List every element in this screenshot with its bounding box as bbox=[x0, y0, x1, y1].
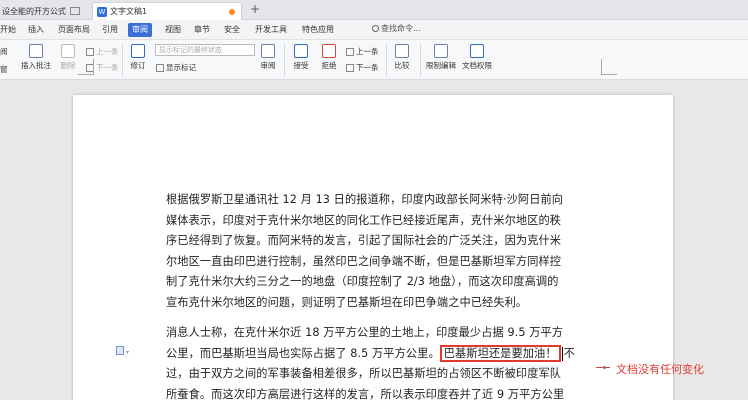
menu-developer[interactable]: 开发工具 bbox=[255, 23, 287, 37]
tab-active-document[interactable]: W 文字文稿1 bbox=[92, 2, 242, 20]
prev-change-icon bbox=[346, 48, 354, 56]
menu-references[interactable]: 引用 bbox=[102, 23, 118, 37]
menu-insert[interactable]: 插入 bbox=[28, 23, 44, 37]
dropdown-arrow-icon: ▾ bbox=[126, 349, 130, 356]
insert-comment-label: 插入批注 bbox=[21, 61, 51, 70]
review-pane-icon bbox=[261, 44, 275, 58]
delete-comment-button[interactable]: 删除 bbox=[56, 44, 80, 71]
text-line: 宣布克什米尔地区的问题，则证明了巴基斯坦在印巴争端之中已经失利。 bbox=[166, 295, 528, 309]
next-change-icon bbox=[346, 64, 354, 72]
next-change-label: 下一条 bbox=[356, 63, 379, 72]
text-line: 尔地区一直由印巴进行控制，虽然印巴之间争端不断，但是巴基斯坦军方同样控 bbox=[166, 254, 562, 268]
accept-button[interactable]: 接受 bbox=[290, 44, 312, 71]
ribbon-left-bottom[interactable]: 窗 bbox=[0, 64, 8, 75]
restrict-editing-label: 限制编辑 bbox=[426, 61, 456, 70]
page-corner-mark bbox=[601, 59, 617, 75]
compare-label: 比较 bbox=[394, 61, 410, 70]
prev-change-button[interactable]: 上一条 bbox=[346, 46, 379, 57]
delete-label: 删除 bbox=[60, 61, 76, 70]
show-markup-button[interactable]: 显示标记 bbox=[156, 62, 196, 73]
command-search[interactable]: 查找命令... bbox=[372, 23, 421, 34]
ribbon-divider bbox=[420, 44, 421, 76]
paragraph-handle-icon[interactable] bbox=[116, 346, 124, 355]
menu-home[interactable]: 开始 bbox=[0, 23, 16, 37]
new-tab-button[interactable]: + bbox=[250, 2, 260, 16]
text-cursor bbox=[561, 346, 563, 361]
reject-label: 拒绝 bbox=[321, 61, 337, 70]
tab-bar: 设全能的开方公式 W 文字文稿1 + bbox=[0, 0, 748, 20]
text-line: 制了克什米尔大约三分之一的地盘（印度控制了 2/3 地盘），而这次印度高调的 bbox=[166, 275, 559, 288]
lock-icon bbox=[434, 44, 448, 58]
permission-icon bbox=[470, 44, 484, 58]
menu-bar: 开始 插入 页面布局 引用 审阅 视图 章节 安全 开发工具 特色应用 查找命令… bbox=[0, 20, 748, 40]
search-icon bbox=[372, 25, 379, 32]
track-changes-label: 修订 bbox=[130, 61, 146, 70]
menu-features[interactable]: 特色应用 bbox=[302, 23, 334, 37]
prev-comment-label: 上一条 bbox=[96, 47, 119, 56]
document-permission-button[interactable]: 文档权限 bbox=[460, 44, 494, 71]
menu-review[interactable]: 审阅 bbox=[128, 23, 152, 37]
track-changes-button[interactable]: 修订 bbox=[126, 44, 150, 71]
next-change-button[interactable]: 下一条 bbox=[346, 62, 379, 73]
accept-label: 接受 bbox=[293, 61, 309, 70]
text-line: 所蚕食。而这次印方高层进行这样的发言，所以表示印度吞并了近 9 万平方公里 bbox=[166, 387, 565, 400]
command-search-label: 查找命令... bbox=[381, 24, 421, 33]
reject-icon bbox=[322, 44, 336, 58]
doc-icon: W bbox=[97, 6, 107, 17]
text-segment: 不 bbox=[563, 346, 575, 360]
markup-state-dropdown[interactable]: 显示标记的最终状态 bbox=[155, 44, 255, 56]
annotation-callout: 文档没有任何变化 bbox=[616, 363, 704, 376]
text-line: 根据俄罗斯卫星通讯社 12 月 13 日的报道称，印度内政部长阿米特·沙阿日前向 bbox=[166, 193, 564, 206]
next-comment-label: 下一条 bbox=[96, 63, 119, 72]
paragraph-2[interactable]: 消息人士称，在克什米尔近 18 万平方公里的土地上，印度最少占据 9.5 万平方… bbox=[166, 323, 618, 400]
show-markup-label: 显示标记 bbox=[166, 63, 196, 72]
menu-chapter[interactable]: 章节 bbox=[194, 23, 210, 37]
review-pane-label: 审阅 bbox=[260, 61, 276, 70]
prev-comment-icon bbox=[86, 48, 94, 56]
reject-button[interactable]: 拒绝 bbox=[318, 44, 340, 71]
accept-icon bbox=[294, 44, 308, 58]
page-corner-mark bbox=[78, 59, 94, 75]
tab-first-document[interactable]: 设全能的开方公式 bbox=[0, 2, 88, 20]
paragraph-1[interactable]: 根据俄罗斯卫星通讯社 12 月 13 日的报道称，印度内政部长阿米特·沙阿日前向… bbox=[166, 190, 618, 313]
prev-change-label: 上一条 bbox=[356, 47, 379, 56]
tab-active-label: 文字文稿1 bbox=[110, 7, 148, 16]
document-permission-label: 文档权限 bbox=[462, 61, 492, 70]
show-markup-icon bbox=[156, 64, 164, 72]
text-line: 消息人士称，在克什米尔近 18 万平方公里的土地上，印度最少占据 9.5 万平方 bbox=[166, 326, 564, 339]
highlighted-inserted-text[interactable]: 巴基斯坦还是要加油！ bbox=[439, 344, 561, 362]
text-line: 过，由于双方之间的军事装备相差很多，所以巴基斯坦的占领区不断被印度军队 bbox=[166, 367, 562, 380]
tab-first-label: 设全能的开方公式 bbox=[2, 6, 66, 16]
review-pane-button[interactable]: 审阅 bbox=[256, 44, 280, 71]
text-line: 序已经得到了恢复。而阿米特的发言，引起了国际社会的广泛关注，因为克什米 bbox=[166, 234, 562, 247]
ribbon-divider bbox=[284, 44, 285, 76]
monitor-icon bbox=[70, 7, 80, 15]
track-changes-icon bbox=[131, 44, 145, 58]
prev-comment-button[interactable]: 上一条 bbox=[86, 46, 119, 57]
ribbon-left-top[interactable]: 阅 bbox=[0, 46, 8, 57]
text-segment: 公里，而巴基斯坦当局也实际占据了 8.5 万平方公里。 bbox=[166, 346, 440, 360]
annotation-dot bbox=[603, 366, 606, 369]
review-ribbon: 阅 窗 插入批注 删除 上一条 下一条 修订 显示标记的最终状态 显示标记 审阅… bbox=[0, 40, 748, 80]
comment-icon bbox=[29, 44, 43, 58]
insert-comment-button[interactable]: 插入批注 bbox=[20, 44, 52, 71]
menu-page-layout[interactable]: 页面布局 bbox=[58, 23, 90, 37]
compare-icon bbox=[395, 44, 409, 58]
ribbon-divider bbox=[386, 44, 387, 76]
text-line: 媒体表示，印度对于克什米尔地区的同化工作已经接近尾声，克什米尔地区的秩 bbox=[166, 213, 562, 227]
restrict-editing-button[interactable]: 限制编辑 bbox=[424, 44, 458, 71]
compare-button[interactable]: 比较 bbox=[390, 44, 414, 71]
unsaved-dot-icon bbox=[229, 9, 235, 15]
menu-view[interactable]: 视图 bbox=[165, 23, 181, 37]
text-line: 公里，而巴基斯坦当局也实际占据了 8.5 万平方公里。 巴基斯坦还是要加油！不 bbox=[166, 344, 618, 365]
menu-security[interactable]: 安全 bbox=[224, 23, 240, 37]
ribbon-divider bbox=[122, 44, 123, 76]
delete-icon bbox=[61, 44, 75, 58]
